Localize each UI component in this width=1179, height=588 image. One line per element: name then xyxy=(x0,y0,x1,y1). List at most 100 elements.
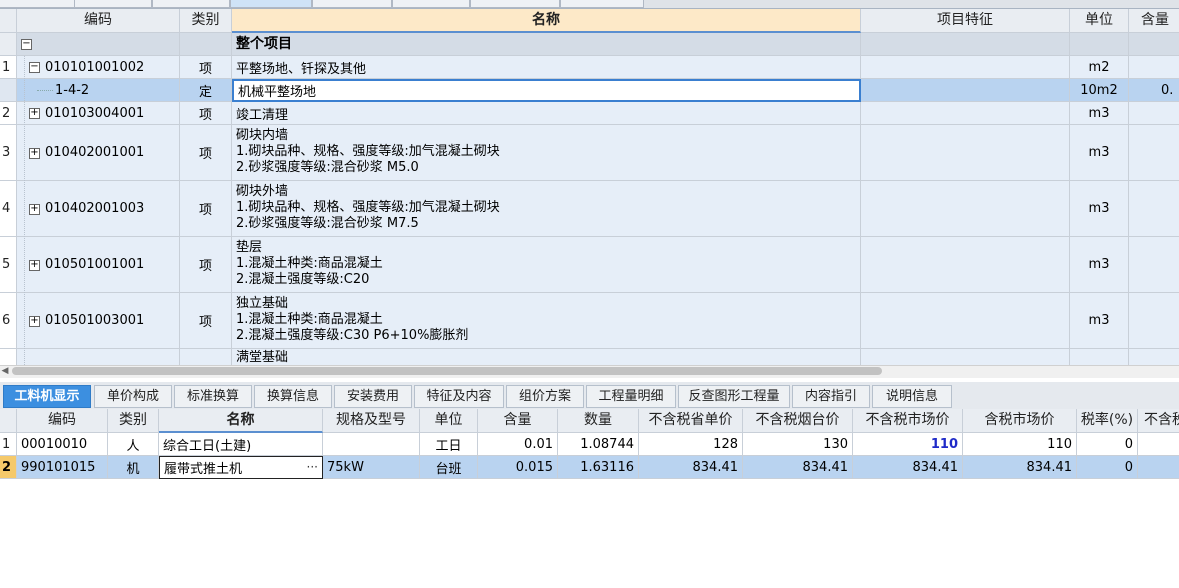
row-number[interactable]: 1 xyxy=(0,433,17,456)
item-code[interactable]: − 010101001002 xyxy=(17,56,180,79)
tab-standard-conversion[interactable]: 标准换算 xyxy=(174,385,252,408)
resource-code[interactable]: 00010010 xyxy=(17,433,108,456)
tab-conversion-info[interactable]: 换算信息 xyxy=(254,385,332,408)
top-tab[interactable] xyxy=(312,0,392,8)
item-type[interactable]: 项 xyxy=(180,293,232,349)
row-number[interactable]: 2 xyxy=(0,102,17,125)
column-header-feature[interactable]: 项目特征 xyxy=(861,9,1070,33)
item-feature[interactable] xyxy=(861,56,1070,79)
item-code[interactable]: + 010402001001 xyxy=(17,125,180,181)
column-header-qty-rate[interactable]: 含量 xyxy=(478,409,558,433)
resource-qty-rate[interactable]: 0.01 xyxy=(478,433,558,456)
column-header-unit[interactable]: 单位 xyxy=(420,409,478,433)
tab-labor-material-machine[interactable]: 工料机显示 xyxy=(3,385,91,408)
resource-spec[interactable] xyxy=(323,433,420,456)
collapse-icon[interactable]: − xyxy=(29,62,40,73)
item-name[interactable]: 满堂基础 xyxy=(232,349,861,365)
item-unit[interactable] xyxy=(1070,349,1129,365)
resource-provincial-price[interactable]: 834.41 xyxy=(639,456,743,479)
quota-code[interactable]: 1-4-2 xyxy=(17,79,180,102)
item-name[interactable]: 垫层 1.混凝土种类:商品混凝土 2.混凝土强度等级:C20 xyxy=(232,237,861,293)
row-number[interactable]: 1 xyxy=(0,56,17,79)
row-number[interactable] xyxy=(0,79,17,102)
column-header-market-tax-price[interactable]: 含税市场价 xyxy=(963,409,1077,433)
item-code[interactable]: + 010103004001 xyxy=(17,102,180,125)
item-unit[interactable]: m3 xyxy=(1070,293,1129,349)
column-header-provincial-price[interactable]: 不含税省单价 xyxy=(639,409,743,433)
top-tab[interactable] xyxy=(74,0,152,8)
resource-code[interactable]: 990101015 xyxy=(17,456,108,479)
resource-tax-rate[interactable]: 0 xyxy=(1077,433,1138,456)
column-header-code[interactable]: 编码 xyxy=(17,9,180,33)
item-name[interactable]: 独立基础 1.混凝土种类:商品混凝土 2.混凝土强度等级:C30 P6+10%膨… xyxy=(232,293,861,349)
top-tab[interactable] xyxy=(560,0,644,8)
tab-content-guide[interactable]: 内容指引 xyxy=(792,385,870,408)
item-unit[interactable]: m3 xyxy=(1070,125,1129,181)
resource-spec[interactable]: 75kW xyxy=(323,456,420,479)
top-tab-active[interactable] xyxy=(230,0,312,8)
column-header-yantai-price[interactable]: 不含税烟台价 xyxy=(743,409,853,433)
row-number[interactable]: 3 xyxy=(0,125,17,181)
tab-quantity-details[interactable]: 工程量明细 xyxy=(586,385,676,408)
tab-installation-cost[interactable]: 安装费用 xyxy=(334,385,412,408)
resource-yantai-price[interactable]: 130 xyxy=(743,433,853,456)
column-header-type[interactable]: 类别 xyxy=(108,409,159,433)
item-name[interactable]: 平整场地、钎探及其他 xyxy=(232,56,861,79)
top-tab[interactable] xyxy=(470,0,560,8)
resource-name-editor[interactable]: 履带式推土机 ··· xyxy=(159,456,323,479)
resource-quantity[interactable]: 1.63116 xyxy=(558,456,639,479)
column-header-market-price[interactable]: 不含税市场价 xyxy=(853,409,963,433)
item-type[interactable]: 项 xyxy=(180,125,232,181)
resource-type[interactable]: 人 xyxy=(108,433,159,456)
resource-untaxed[interactable] xyxy=(1138,433,1179,456)
expand-icon[interactable]: + xyxy=(29,204,40,215)
column-header-content[interactable]: 含量 xyxy=(1129,9,1179,33)
resource-yantai-price[interactable]: 834.41 xyxy=(743,456,853,479)
item-content[interactable] xyxy=(1129,56,1179,79)
tab-description[interactable]: 说明信息 xyxy=(872,385,952,408)
item-type[interactable]: 项 xyxy=(180,56,232,79)
item-code[interactable] xyxy=(17,349,180,365)
quota-type[interactable]: 定 xyxy=(180,79,232,102)
item-feature[interactable] xyxy=(861,349,1070,365)
item-unit[interactable]: m3 xyxy=(1070,237,1129,293)
row-number[interactable] xyxy=(0,349,17,365)
resource-qty-rate[interactable]: 0.015 xyxy=(478,456,558,479)
item-code[interactable]: + 010501001001 xyxy=(17,237,180,293)
column-header-code[interactable]: 编码 xyxy=(17,409,108,433)
item-type[interactable]: 项 xyxy=(180,181,232,237)
resource-tax-rate[interactable]: 0 xyxy=(1077,456,1138,479)
column-header-quantity[interactable]: 数量 xyxy=(558,409,639,433)
item-unit[interactable]: m3 xyxy=(1070,181,1129,237)
tab-reverse-graphic-quantity[interactable]: 反查图形工程量 xyxy=(678,385,790,408)
item-content[interactable] xyxy=(1129,237,1179,293)
row-number[interactable]: 6 xyxy=(0,293,17,349)
row-number[interactable]: 4 xyxy=(0,181,17,237)
tab-unit-price-composition[interactable]: 单价构成 xyxy=(94,385,172,408)
expand-icon[interactable]: + xyxy=(29,108,40,119)
top-tab[interactable] xyxy=(0,0,76,8)
item-content[interactable] xyxy=(1129,125,1179,181)
resource-market-tax-price[interactable]: 834.41 xyxy=(963,456,1077,479)
row-number[interactable]: 2 xyxy=(0,456,17,479)
resource-type[interactable]: 机 xyxy=(108,456,159,479)
quota-content[interactable]: 0. xyxy=(1129,79,1179,102)
item-name[interactable]: 砌块内墙 1.砌块品种、规格、强度等级:加气混凝土砌块 2.砂浆强度等级:混合砂… xyxy=(232,125,861,181)
tab-features-content[interactable]: 特征及内容 xyxy=(414,385,504,408)
column-header-unit[interactable]: 单位 xyxy=(1070,9,1129,33)
expand-icon[interactable]: + xyxy=(29,316,40,327)
item-unit[interactable]: m3 xyxy=(1070,102,1129,125)
resource-provincial-price[interactable]: 128 xyxy=(639,433,743,456)
column-header-name[interactable]: 名称 xyxy=(159,409,323,433)
resource-market-price[interactable]: 834.41 xyxy=(853,456,963,479)
collapse-icon[interactable]: − xyxy=(21,39,32,50)
column-header-spec[interactable]: 规格及型号 xyxy=(323,409,420,433)
tab-pricing-scheme[interactable]: 组价方案 xyxy=(506,385,584,408)
item-type[interactable]: 项 xyxy=(180,102,232,125)
item-type[interactable] xyxy=(180,349,232,365)
item-feature[interactable] xyxy=(861,293,1070,349)
horizontal-scrollbar-thumb[interactable] xyxy=(12,367,882,375)
item-feature[interactable] xyxy=(861,181,1070,237)
top-tab[interactable] xyxy=(152,0,230,8)
quota-feature[interactable] xyxy=(861,79,1070,102)
